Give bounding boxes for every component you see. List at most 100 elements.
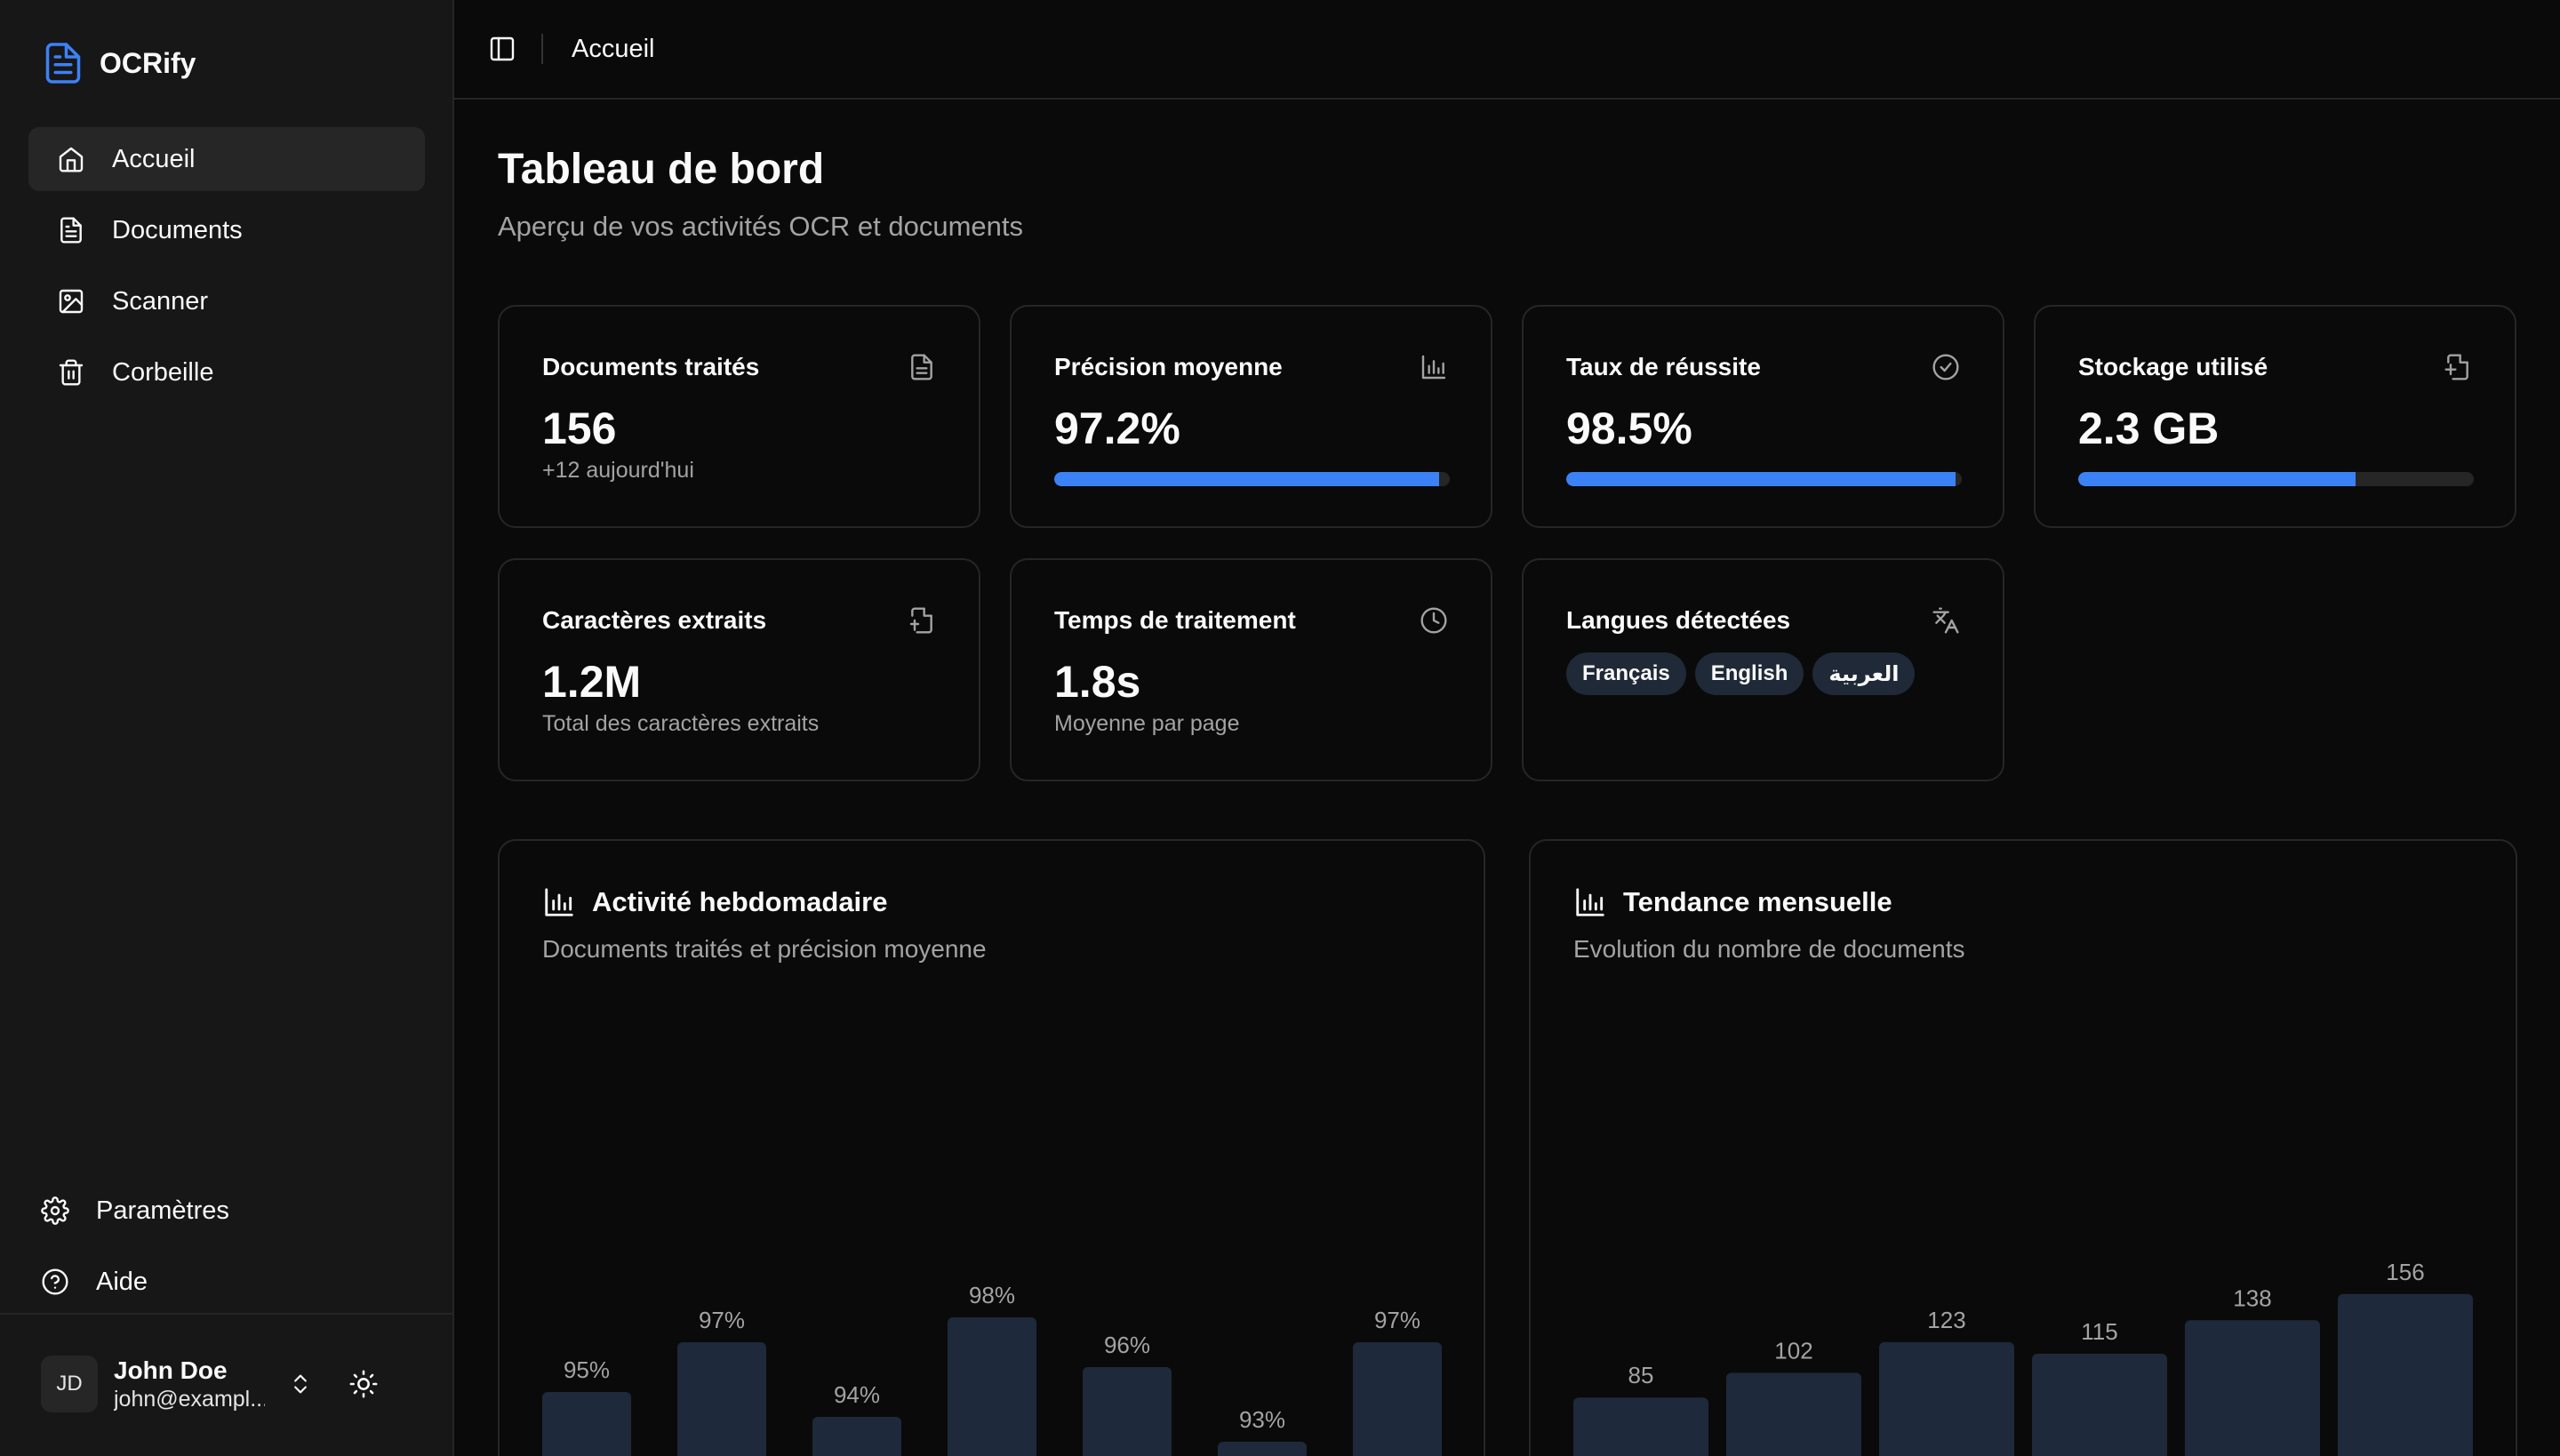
translate-icon: [1932, 607, 1959, 634]
clock-icon: [1420, 607, 1447, 634]
sidebar-item-corbeille[interactable]: Corbeille: [28, 340, 425, 404]
stat-title: Temps de traitement: [1054, 606, 1296, 634]
user-menu[interactable]: JD John Doe john@exampl...: [41, 1356, 414, 1412]
chart-bar: [677, 1342, 766, 1456]
trash-icon: [59, 359, 84, 386]
chart-bar: [1083, 1367, 1172, 1456]
monthly-bar-chart: 85 102 123 115 138 156: [1573, 1259, 2473, 1456]
stat-card-languages: Langues détectées Français English العرب…: [1522, 558, 2004, 781]
sidebar-item-label: Corbeille: [112, 357, 214, 387]
sidebar-nav: Accueil Documents Scanner Corbeille: [28, 127, 425, 412]
chart-bar: [2032, 1354, 2167, 1456]
stat-subtext: Moyenne par page: [1054, 711, 1240, 736]
stat-value: 1.2M: [542, 657, 642, 707]
chart-data-label: 98%: [969, 1282, 1015, 1308]
sidebar-item-accueil[interactable]: Accueil: [28, 127, 425, 191]
sidebar-bottom-nav: Paramètres Aide: [28, 1179, 425, 1321]
stat-card-precision: Précision moyenne 97.2%: [1010, 305, 1492, 528]
stat-value: 1.8s: [1054, 657, 1141, 707]
user-info: John Doe john@exampl...: [114, 1356, 265, 1412]
progress-bar: [1566, 472, 1962, 486]
progress-bar: [1054, 472, 1450, 486]
chart-card-weekly: 95% 97% 94% 98% 96% 93% 97% Activité hebdomada…: [498, 839, 1485, 1456]
progress-fill: [1054, 472, 1439, 486]
chart-subtitle: Evolution du nombre de documents: [1573, 935, 1965, 963]
sidebar-divider: [0, 1313, 454, 1315]
file-text-icon: [909, 607, 932, 634]
language-chip: Français: [1566, 652, 1686, 695]
chart-data-label: 97%: [699, 1307, 745, 1333]
sidebar-item-label: Paramètres: [96, 1196, 229, 1225]
sidebar-item-aide[interactable]: Aide: [28, 1250, 425, 1314]
sidebar-item-label: Scanner: [112, 286, 209, 316]
document-icon: [911, 354, 932, 380]
sidebar-toggle-icon[interactable]: [488, 35, 516, 63]
stat-card-success: Taux de réussite 98.5%: [1522, 305, 2004, 528]
stat-title: Documents traités: [542, 353, 760, 380]
sidebar-item-label: Accueil: [112, 144, 196, 173]
avatar: JD: [41, 1356, 98, 1412]
chart-data-label: 156: [2386, 1259, 2424, 1285]
stat-value: 97.2%: [1054, 404, 1180, 453]
page-subtitle: Aperçu de vos activités OCR et documents: [498, 211, 1023, 242]
chart-data-label: 102: [1774, 1337, 1812, 1364]
stat-card-time: Temps de traitement 1.8s Moyenne par pag…: [1010, 558, 1492, 781]
chart-bar: [1879, 1341, 2014, 1456]
sun-icon[interactable]: [348, 1369, 379, 1399]
image-icon: [59, 289, 84, 314]
chart-header: Activité hebdomadaire: [542, 885, 887, 919]
topbar-separator: [541, 34, 543, 64]
chart-bar: [812, 1417, 901, 1456]
stat-title: Langues détectées: [1566, 606, 1791, 634]
bar-chart-icon: [1576, 888, 1604, 916]
sidebar-item-documents[interactable]: Documents: [28, 198, 425, 262]
chart-bar: [2185, 1320, 2320, 1456]
chart-data-label: 123: [1927, 1307, 1965, 1333]
stat-card-storage: Stockage utilisé 2.3 GB: [2034, 305, 2516, 528]
progress-fill: [1566, 472, 1956, 486]
brand[interactable]: OCRify: [44, 43, 196, 84]
chart-bar: [1573, 1397, 1708, 1456]
breadcrumb: Accueil: [572, 34, 655, 63]
stat-value: 156: [542, 404, 617, 453]
chart-bar: [1353, 1342, 1442, 1456]
stat-subtext: Total des caractères extraits: [542, 711, 820, 736]
chart-title: Activité hebdomadaire: [592, 886, 888, 917]
language-chip: English: [1694, 652, 1804, 695]
stat-card-characters: Caractères extraits 1.2M Total des carac…: [498, 558, 980, 781]
file-storage-icon: [2444, 354, 2468, 380]
help-icon: [42, 1268, 68, 1295]
page-title: Tableau de bord: [498, 146, 825, 193]
topbar: Accueil: [454, 0, 2560, 100]
chevrons-up-down-icon[interactable]: [288, 1370, 313, 1398]
language-chips: Français English العربية: [1566, 652, 1916, 695]
sidebar-item-parametres[interactable]: Paramètres: [28, 1179, 425, 1243]
chart-bar: [948, 1317, 1036, 1456]
user-name: John Doe: [114, 1356, 228, 1384]
chart-data-label: 94%: [834, 1381, 880, 1408]
document-icon: [60, 217, 82, 244]
chart-bar: [1726, 1372, 1861, 1456]
user-email: john@exampl...: [114, 1387, 265, 1412]
chart-card-monthly: 85 102 123 115 138 156 Tendance mensuelle Evo…: [1529, 839, 2517, 1456]
progress-fill: [2078, 472, 2356, 486]
chart-data-label: 85: [1628, 1362, 1654, 1388]
language-chip: العربية: [1812, 652, 1916, 695]
document-logo-icon: [45, 43, 81, 84]
weekly-bar-chart: 95% 97% 94% 98% 96% 93% 97%: [542, 1282, 1442, 1456]
check-circle-icon: [1932, 354, 1959, 380]
stat-title: Taux de réussite: [1566, 353, 1761, 380]
stat-card-documents: Documents traités 156 +12 aujourd'hui: [498, 305, 980, 528]
stat-title: Stockage utilisé: [2078, 353, 2268, 380]
chart-data-label: 138: [2233, 1284, 2271, 1311]
sidebar: OCRify Accueil Documents Scanner Corbeil…: [0, 0, 454, 1456]
sidebar-item-scanner[interactable]: Scanner: [28, 269, 425, 333]
chart-data-label: 97%: [1374, 1307, 1420, 1333]
chart-title: Tendance mensuelle: [1623, 886, 1892, 917]
main-content: Accueil Tableau de bord Aperçu de vos ac…: [454, 0, 2560, 1456]
stat-value: 2.3 GB: [2078, 404, 2220, 453]
chart-bar: [542, 1392, 631, 1456]
chart-bar: [1218, 1442, 1307, 1456]
chart-data-label: 96%: [1104, 1332, 1150, 1358]
home-icon: [59, 147, 84, 172]
